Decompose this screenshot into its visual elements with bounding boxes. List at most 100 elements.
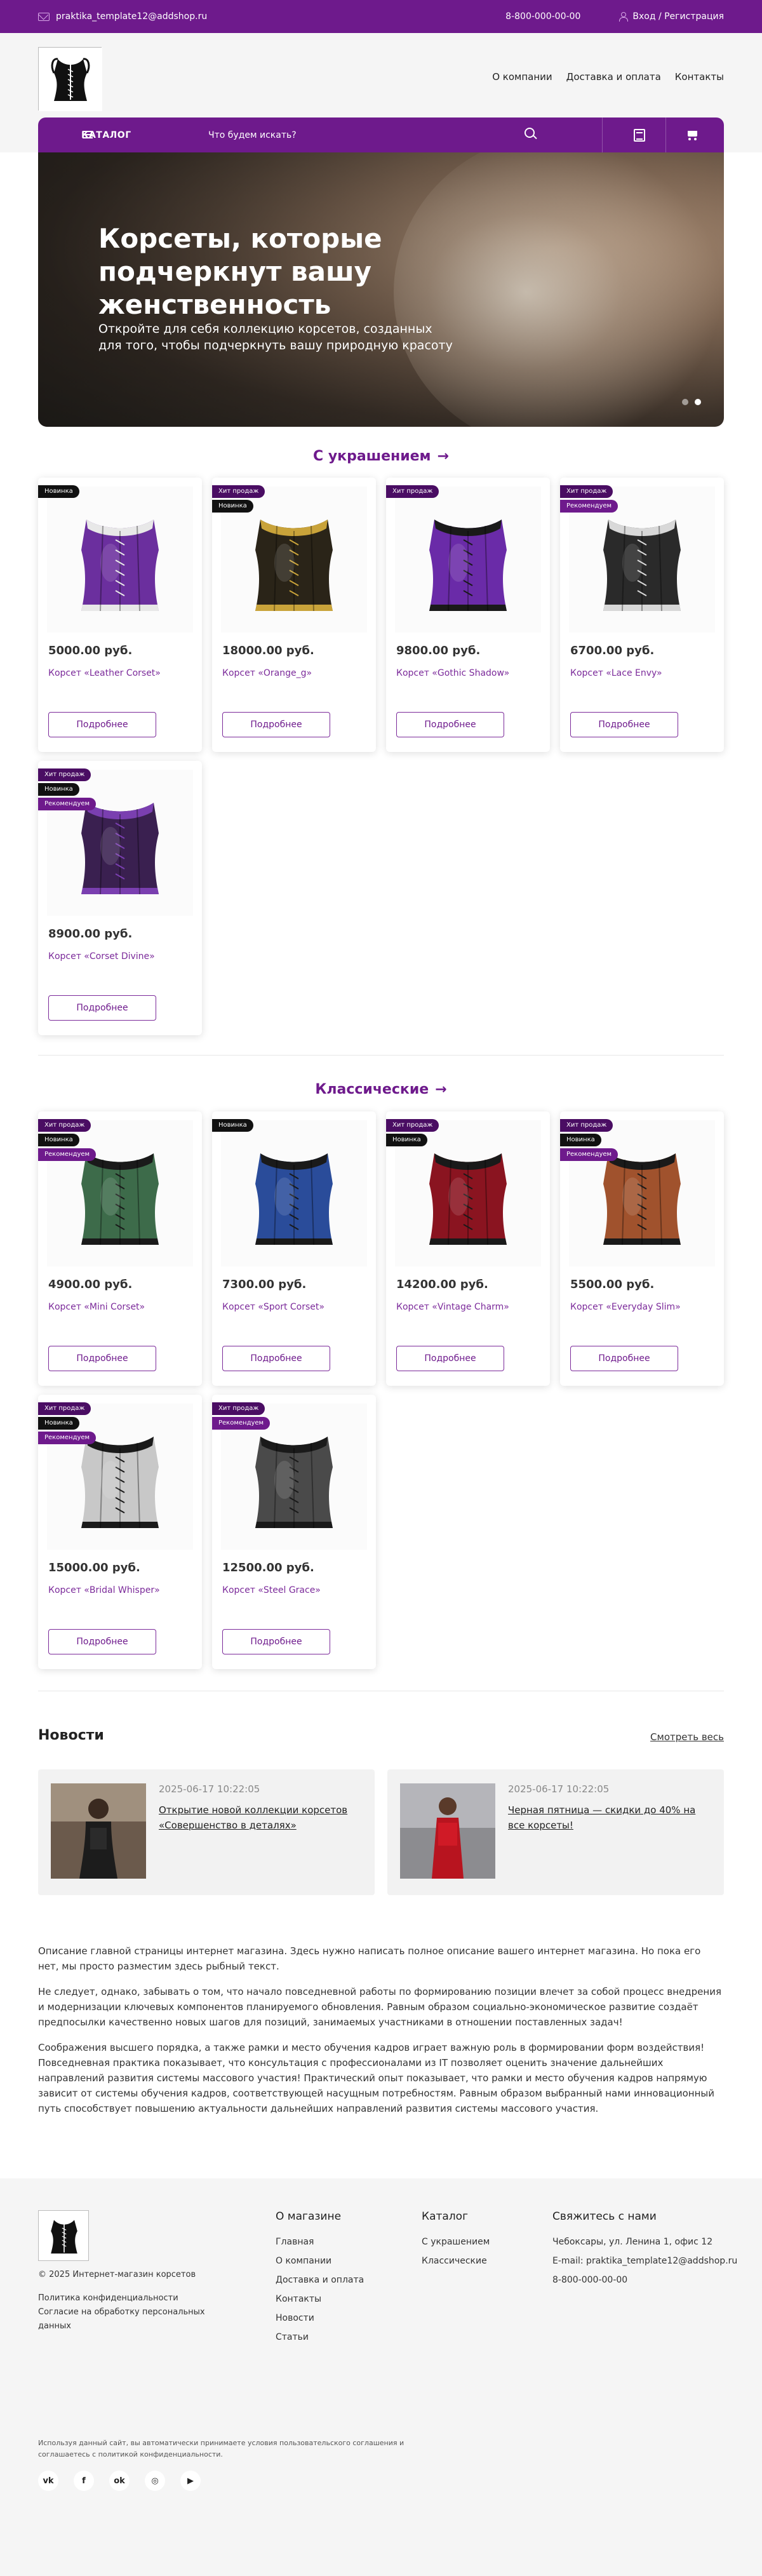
footer-legal-links: Политика конфиденциальности Согласие на …: [38, 2291, 216, 2333]
slider-dot-active[interactable]: [695, 399, 701, 405]
more-button[interactable]: Подробнее: [48, 712, 156, 737]
slider-dots: [682, 399, 701, 405]
footer-address: Чебоксары, ул. Ленина 1, офис 12: [552, 2237, 713, 2247]
facebook-icon[interactable]: f: [74, 2471, 94, 2491]
section-title-classic[interactable]: Классические →: [0, 1082, 762, 1097]
instagram-icon[interactable]: ◎: [145, 2471, 165, 2491]
news-link[interactable]: Черная пятница — скидки до 40% на все ко…: [508, 1802, 711, 1833]
badge-new: Новинка: [38, 1134, 79, 1146]
footer-link[interactable]: Доставка и оплата: [276, 2275, 364, 2285]
catalog-button[interactable]: КАТАЛОГ: [38, 117, 165, 153]
ok-icon[interactable]: ok: [109, 2471, 130, 2491]
section-title-decorated[interactable]: С украшением →: [0, 448, 762, 464]
product-name[interactable]: Корсет «Gothic Shadow»: [396, 668, 509, 678]
nav-about[interactable]: О компании: [492, 71, 552, 83]
product-name[interactable]: Корсет «Corset Divine»: [48, 951, 155, 962]
footer-link[interactable]: Статьи: [276, 2332, 364, 2342]
product-name[interactable]: Корсет «Everyday Slim»: [570, 1302, 681, 1312]
more-button[interactable]: Подробнее: [48, 995, 156, 1021]
top-email[interactable]: praktika_template12@addshop.ru: [38, 11, 207, 22]
product-name[interactable]: Корсет «Vintage Charm»: [396, 1302, 509, 1312]
news-see-all-link[interactable]: Смотреть весь: [650, 1731, 724, 1743]
product-name[interactable]: Корсет «Steel Grace»: [222, 1585, 321, 1595]
search-input[interactable]: [208, 123, 602, 148]
product-card[interactable]: Новинка 5000.00 руб. Корсет «Leather Corse…: [38, 478, 202, 752]
news-link[interactable]: Открытие новой коллекции корсетов «Совер…: [159, 1802, 362, 1833]
top-bar: praktika_template12@addshop.ru 8-800-000…: [0, 0, 762, 33]
product-card[interactable]: Хит продаж Новинка Рекомендуем 8900.00 руб.…: [38, 761, 202, 1035]
product-badges: Хит продаж Новинка Рекомендуем: [38, 1402, 97, 1444]
vk-icon[interactable]: vk: [38, 2471, 58, 2491]
more-button[interactable]: Подробнее: [396, 1346, 504, 1371]
footer-link[interactable]: Контакты: [276, 2294, 364, 2304]
product-image[interactable]: [47, 486, 193, 633]
product-card[interactable]: Хит продаж Новинка 14200.00 руб. Корсет «Vi…: [386, 1111, 550, 1386]
login-text[interactable]: Вход / Регистрация: [632, 11, 724, 22]
product-name[interactable]: Корсет «Orange_g»: [222, 668, 312, 678]
more-button[interactable]: Подробнее: [48, 1346, 156, 1371]
more-button[interactable]: Подробнее: [222, 1346, 330, 1371]
privacy-link[interactable]: Политика конфиденциальности: [38, 2291, 216, 2305]
product-card[interactable]: Хит продаж Новинка 18000.00 руб. Корсет «Or…: [212, 478, 376, 752]
more-button[interactable]: Подробнее: [48, 1629, 156, 1654]
arrow-right-icon[interactable]: →: [438, 448, 449, 464]
search-icon[interactable]: [525, 128, 537, 140]
section-title-text[interactable]: С украшением: [313, 448, 431, 464]
nav-contacts[interactable]: Контакты: [675, 71, 724, 83]
arrow-right-icon[interactable]: →: [435, 1082, 446, 1097]
news-card[interactable]: 2025-06-17 10:22:05 Черная пятница — ски…: [387, 1769, 724, 1895]
product-image[interactable]: [395, 486, 541, 633]
footer-link[interactable]: Новости: [276, 2313, 364, 2323]
section-divider: [38, 1055, 724, 1056]
nav-delivery[interactable]: Доставка и оплата: [566, 71, 661, 83]
more-button[interactable]: Подробнее: [570, 712, 678, 737]
news-date: 2025-06-17 10:22:05: [508, 1783, 610, 1795]
news-image[interactable]: [51, 1783, 146, 1879]
product-card[interactable]: Хит продаж Новинка Рекомендуем 5500.00 руб.…: [560, 1111, 724, 1386]
badge-hit: Хит продаж: [212, 485, 265, 498]
product-name[interactable]: Корсет «Mini Corset»: [48, 1302, 145, 1312]
footer-link[interactable]: О компании: [276, 2256, 364, 2266]
compare-icon[interactable]: [634, 129, 645, 142]
product-card[interactable]: Хит продаж Рекомендуем 12500.00 руб. Корсет…: [212, 1395, 376, 1669]
footer-phone[interactable]: 8-800-000-00-00: [552, 2275, 737, 2285]
youtube-icon[interactable]: ▶: [180, 2471, 201, 2491]
product-name[interactable]: Корсет «Leather Corset»: [48, 668, 161, 678]
more-button[interactable]: Подробнее: [570, 1346, 678, 1371]
product-card[interactable]: Хит продаж Новинка Рекомендуем 4900.00 руб.…: [38, 1111, 202, 1386]
more-button[interactable]: Подробнее: [396, 712, 504, 737]
footer-email[interactable]: E-mail: praktika_template12@addshop.ru: [552, 2256, 737, 2266]
footer-col-catalog: Каталог С украшением Классические: [422, 2210, 490, 2275]
product-card[interactable]: Новинка 7300.00 руб. Корсет «Sport Corset»…: [212, 1111, 376, 1386]
slider-dot[interactable]: [682, 399, 688, 405]
product-image[interactable]: [221, 1120, 367, 1266]
product-name[interactable]: Корсет «Bridal Whisper»: [48, 1585, 160, 1595]
footer-note: Используя данный сайт, вы автоматически …: [38, 2439, 404, 2459]
more-button[interactable]: Подробнее: [222, 1629, 330, 1654]
top-email-text[interactable]: praktika_template12@addshop.ru: [56, 11, 207, 22]
about-paragraph: Не следует, однако, забывать о том, что …: [38, 1986, 721, 2028]
hero-banner[interactable]: Корсеты, которые подчеркнут вашу женстве…: [38, 152, 724, 427]
consent-link[interactable]: Согласие на обработку персональных данны…: [38, 2305, 216, 2333]
product-badges: Хит продаж Новинка Рекомендуем: [560, 1119, 618, 1161]
more-button[interactable]: Подробнее: [222, 712, 330, 737]
section-title-text[interactable]: Классические: [315, 1082, 429, 1097]
site-logo[interactable]: [38, 47, 102, 111]
login-link[interactable]: Вход / Регистрация: [618, 11, 724, 22]
product-card[interactable]: Хит продаж Новинка Рекомендуем 15000.00 руб…: [38, 1395, 202, 1669]
cart-icon[interactable]: [686, 129, 698, 142]
top-phone[interactable]: 8-800-000-00-00: [505, 11, 580, 22]
footer-logo[interactable]: [38, 2210, 89, 2261]
product-card[interactable]: Хит продаж Рекомендуем 6700.00 руб. Корсет …: [560, 478, 724, 752]
product-name[interactable]: Корсет «Sport Corset»: [222, 1302, 324, 1312]
product-card[interactable]: Хит продаж 9800.00 руб. Корсет «Gothic Sha…: [386, 478, 550, 752]
footer-link[interactable]: С украшением: [422, 2237, 490, 2247]
news-image[interactable]: [400, 1783, 495, 1879]
news-card[interactable]: 2025-06-17 10:22:05 Открытие новой колле…: [38, 1769, 375, 1895]
product-badges: Хит продаж Новинка Рекомендуем: [38, 1119, 97, 1161]
product-name[interactable]: Корсет «Lace Envy»: [570, 668, 662, 678]
footer-link[interactable]: Главная: [276, 2237, 364, 2247]
footer-link[interactable]: Классические: [422, 2256, 490, 2266]
product-price: 5000.00 руб.: [48, 644, 133, 657]
footer-col-title: Свяжитесь с нами: [552, 2210, 657, 2223]
